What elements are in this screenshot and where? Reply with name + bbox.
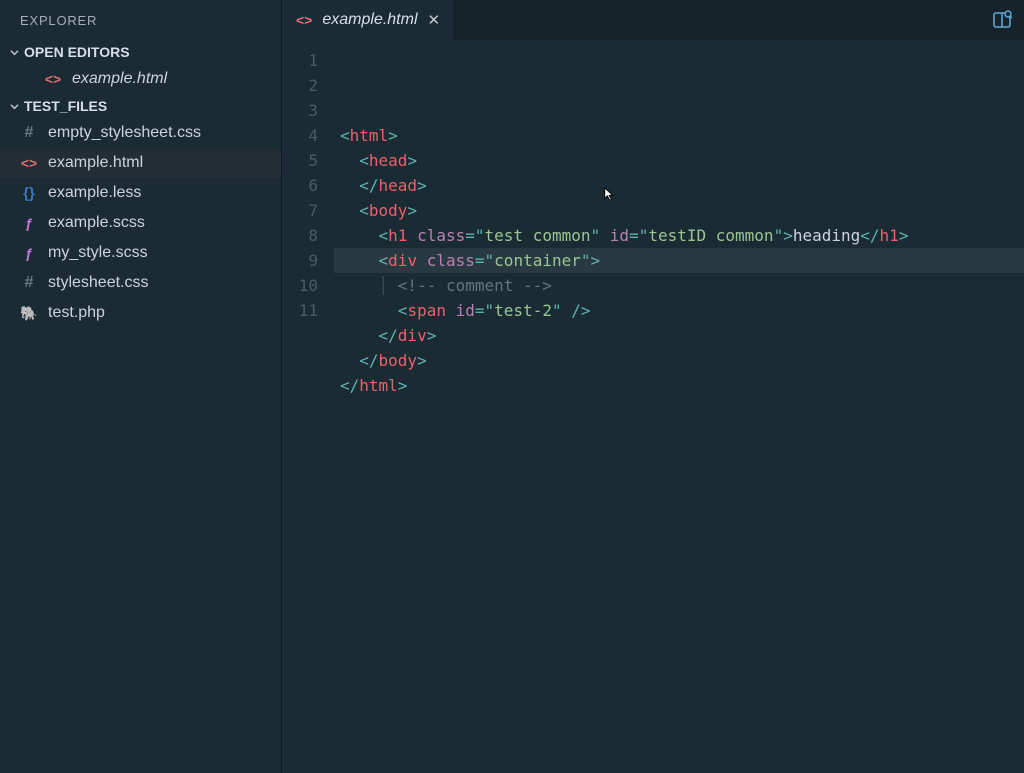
line-number: 6 [282,173,318,198]
code-line[interactable]: │ <!-- comment --> [340,273,1024,298]
code-line[interactable]: <div class="container"> [334,248,1024,273]
code-line[interactable]: <h1 class="test common" id="testID commo… [340,223,1024,248]
line-number: 7 [282,198,318,223]
braces-file-icon: {} [20,184,38,202]
code-line[interactable]: </html> [340,373,1024,398]
file-item[interactable]: ƒ example.scss [0,208,281,238]
code-line[interactable]: <head> [340,148,1024,173]
code-line[interactable]: <span id="test-2" /> [340,298,1024,323]
file-item[interactable]: # stylesheet.css [0,268,281,298]
open-editors-list: <> example.html [0,64,281,94]
php-file-icon: 🐘 [20,304,38,322]
explorer-sidebar: EXPLORER OPEN EDITORS <> example.html TE… [0,0,282,773]
scss-file-icon: ƒ [20,214,38,232]
hash-file-icon: # [20,274,38,292]
file-name-label: example.html [48,154,281,172]
scss-file-icon: ƒ [20,244,38,262]
editor-tab[interactable]: <> example.html ✕ [282,0,455,40]
file-item[interactable]: {} example.less [0,178,281,208]
explorer-title-text: EXPLORER [20,13,97,28]
code-editor[interactable]: 1234567891011 <html> <head> </head> <bod… [282,40,1024,773]
line-number: 10 [282,273,318,298]
chevron-down-icon [8,46,20,58]
folder-file-list: # empty_stylesheet.css <> example.html {} exa… [0,118,281,328]
tabbar-spacer [455,0,980,40]
file-item[interactable]: 🐘 test.php [0,298,281,328]
open-editor-filename: example.html [72,70,281,88]
file-name-label: my_style.scss [48,244,281,262]
file-item[interactable]: # empty_stylesheet.css [0,118,281,148]
open-editors-header[interactable]: OPEN EDITORS [0,40,281,64]
open-editors-label: OPEN EDITORS [24,44,130,60]
chevron-down-icon [8,100,20,112]
line-number: 11 [282,298,318,323]
file-name-label: example.less [48,184,281,202]
folder-name-label: TEST_FILES [24,98,107,114]
line-number: 2 [282,73,318,98]
folder-header[interactable]: TEST_FILES [0,94,281,118]
code-line[interactable]: </div> [340,323,1024,348]
tab-bar: <> example.html ✕ [282,0,1024,40]
explorer-title: EXPLORER [0,0,281,40]
html-file-icon: <> [44,70,62,88]
code-content[interactable]: <html> <head> </head> <body> <h1 class="… [340,48,1024,773]
open-editor-item[interactable]: <> example.html [0,64,281,94]
line-number: 5 [282,148,318,173]
line-number: 3 [282,98,318,123]
code-line[interactable]: <body> [340,198,1024,223]
file-name-label: example.scss [48,214,281,232]
hash-file-icon: # [20,124,38,142]
html-file-icon: <> [20,154,38,172]
code-line[interactable]: </head> [340,173,1024,198]
split-editor-button[interactable] [980,0,1024,40]
close-tab-icon[interactable]: ✕ [428,11,441,29]
file-name-label: test.php [48,304,281,322]
line-number-gutter: 1234567891011 [282,48,340,773]
html-file-icon: <> [296,12,312,28]
line-number: 8 [282,223,318,248]
line-number: 1 [282,48,318,73]
file-name-label: stylesheet.css [48,274,281,292]
code-line[interactable]: </body> [340,348,1024,373]
code-line[interactable]: <html> [340,123,1024,148]
editor-area: <> example.html ✕ 1234567891011 <html> <… [282,0,1024,773]
line-number: 4 [282,123,318,148]
file-name-label: empty_stylesheet.css [48,124,281,142]
tab-filename: example.html [322,11,417,29]
file-item[interactable]: <> example.html [0,148,281,178]
file-item[interactable]: ƒ my_style.scss [0,238,281,268]
line-number: 9 [282,248,318,273]
